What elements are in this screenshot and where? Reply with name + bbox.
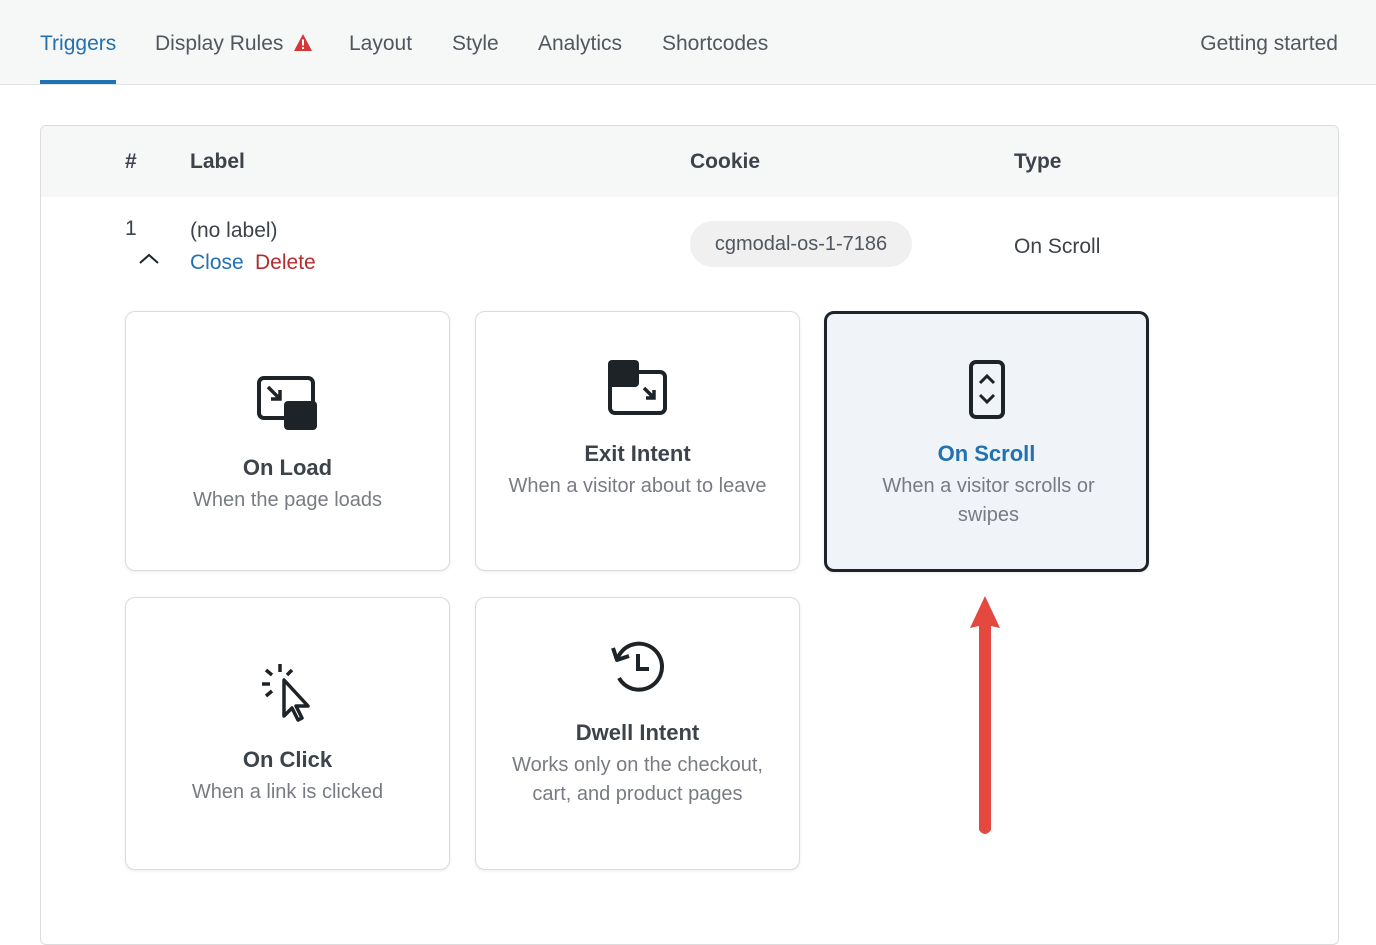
row-index: 1 [125, 217, 137, 240]
trigger-card-on-scroll[interactable]: On Scroll When a visitor scrolls or swip… [824, 311, 1149, 572]
tab-layout[interactable]: Layout [349, 30, 412, 85]
exit-intent-icon [476, 358, 799, 416]
cookie-badge: cgmodal-os-1-7186 [690, 221, 912, 267]
tab-shortcodes[interactable]: Shortcodes [662, 30, 768, 85]
trigger-description: When a visitor about to leave [508, 475, 767, 497]
delete-link[interactable]: Delete [255, 249, 316, 277]
trigger-title: Dwell Intent [575, 720, 700, 745]
row-label: (no label) [190, 219, 278, 242]
table-header: # Label Cookie Type [41, 126, 1338, 197]
header-type: Type [1014, 150, 1062, 173]
annotation-arrow-icon [965, 594, 1005, 840]
close-link[interactable]: Close [190, 249, 244, 277]
tab-triggers[interactable]: Triggers [40, 30, 117, 85]
tab-style[interactable]: Style [452, 30, 499, 85]
trigger-description: When a visitor scrolls or swipes [882, 475, 1095, 526]
top-nav-bar: Triggers Display Rules Layout Style Anal… [0, 0, 1376, 85]
trigger-card-exit-intent[interactable]: Exit Intent When a visitor about to leav… [475, 311, 800, 571]
trigger-title: On Click [242, 747, 333, 772]
history-clock-icon [476, 638, 799, 696]
warning-icon [293, 32, 313, 60]
tab-display-rules-label: Display Rules [155, 32, 284, 55]
trigger-title: On Load [242, 455, 333, 480]
trigger-card-on-click[interactable]: On Click When a link is clicked [125, 597, 450, 870]
on-load-icon [126, 375, 449, 433]
trigger-card-on-load[interactable]: On Load When the page loads [125, 311, 450, 571]
trigger-description: Works only on the checkout, cart, and pr… [512, 754, 763, 805]
header-cookie: Cookie [690, 150, 761, 173]
tab-display-rules[interactable]: Display Rules [155, 30, 313, 85]
trigger-description: When a link is clicked [191, 781, 384, 803]
header-index: # [125, 150, 137, 173]
trigger-card-dwell-intent[interactable]: Dwell Intent Works only on the checkout,… [475, 597, 800, 870]
chevron-up-icon[interactable] [137, 251, 161, 267]
tab-analytics[interactable]: Analytics [538, 30, 622, 85]
click-cursor-icon [126, 662, 449, 724]
scroll-icon [827, 359, 1146, 421]
trigger-description: When the page loads [192, 489, 383, 511]
trigger-title: On Scroll [937, 441, 1036, 466]
row-type: On Scroll [1014, 235, 1101, 258]
header-label: Label [190, 150, 245, 173]
trigger-title: Exit Intent [584, 441, 691, 466]
getting-started-link[interactable]: Getting started [1200, 30, 1338, 58]
